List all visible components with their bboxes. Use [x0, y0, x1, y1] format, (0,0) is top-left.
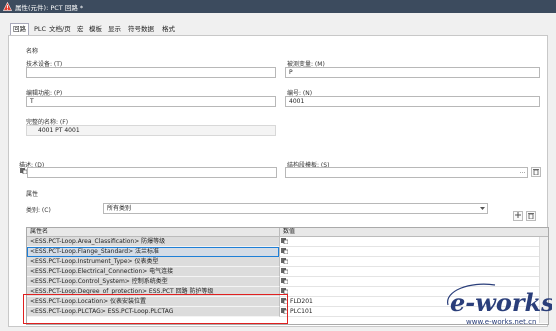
field-data-icon	[281, 248, 288, 254]
description-field[interactable]	[27, 167, 277, 178]
field-data-icon	[281, 268, 288, 274]
structure-template-field[interactable]	[285, 167, 528, 178]
chevron-down-icon	[480, 207, 485, 210]
e-works-logo: e-works www.e-works.net.cn	[447, 283, 552, 326]
name-section-heading: 名称	[26, 48, 39, 55]
full-name-value: 4001 PT 4001	[26, 125, 276, 136]
tab-display[interactable]: 显示	[108, 24, 121, 35]
grid-row-value[interactable]	[279, 257, 539, 267]
measured-variable-field[interactable]: P	[285, 67, 540, 78]
grid-row-name: <ESS.PCT-Loop.Control_System> 控制系统类型	[27, 277, 279, 287]
grid-row-name: <ESS.PCT-Loop.Flange_Standard> 法兰标准	[27, 247, 279, 257]
watermark-sub: www.e-works.net.cn	[466, 318, 536, 326]
grid-row-name: <ESS.PCT-Loop.Area_Classification> 防爆等级	[27, 237, 279, 247]
multilang-icon	[20, 168, 27, 174]
grid-row[interactable]: <ESS.PCT-Loop.Instrument_Type> 仪表类型	[27, 257, 548, 267]
tech-equipment-field[interactable]	[26, 67, 276, 78]
browse-button[interactable]: ...	[518, 168, 527, 177]
title-bar: 属性(元件): PCT 回路 *	[0, 0, 556, 13]
grid-row-value[interactable]	[279, 237, 539, 247]
tab-symbol-data[interactable]: 符号数据	[128, 24, 154, 35]
plus-icon	[515, 212, 521, 218]
grid-row-name: <ESS.PCT-Loop.Electrical_Connection> 电气连…	[27, 267, 279, 277]
tab-macro[interactable]: 宏	[77, 24, 84, 35]
delete-button[interactable]	[531, 167, 541, 177]
field-data-icon	[281, 278, 288, 284]
grid-header-name[interactable]: 属性名	[27, 228, 279, 237]
field-data-icon	[281, 258, 288, 264]
watermark-text: e-works	[450, 288, 552, 317]
grid-header-value[interactable]: 数值	[279, 228, 548, 237]
processing-function-field[interactable]: T	[26, 96, 276, 107]
window-title: 属性(元件): PCT 回路 *	[15, 4, 84, 12]
tab-format[interactable]: 格式	[162, 24, 175, 35]
number-field[interactable]: 4001	[285, 96, 540, 107]
properties-heading: 属性	[26, 191, 39, 198]
highlight-box	[23, 294, 288, 324]
grid-row-name: <ESS.PCT-Loop.Instrument_Type> 仪表类型	[27, 257, 279, 267]
grid-row[interactable]: <ESS.PCT-Loop.Flange_Standard> 法兰标准	[27, 247, 548, 257]
tab-document-page[interactable]: 文档/页	[49, 24, 71, 35]
tab-plc[interactable]: PLC	[34, 24, 46, 35]
trash-icon	[528, 213, 534, 220]
grid-row-value[interactable]	[279, 247, 539, 257]
remove-property-button[interactable]	[526, 211, 536, 221]
category-select[interactable]: 所有类别	[103, 203, 488, 214]
warning-icon	[3, 2, 12, 11]
category-label: 类别: (C)	[26, 207, 51, 214]
grid-row[interactable]: <ESS.PCT-Loop.Area_Classification> 防爆等级	[27, 237, 548, 247]
trash-icon	[533, 169, 539, 176]
add-property-button[interactable]	[513, 211, 523, 221]
field-data-icon	[281, 238, 288, 244]
tab-template[interactable]: 模板	[89, 24, 102, 35]
